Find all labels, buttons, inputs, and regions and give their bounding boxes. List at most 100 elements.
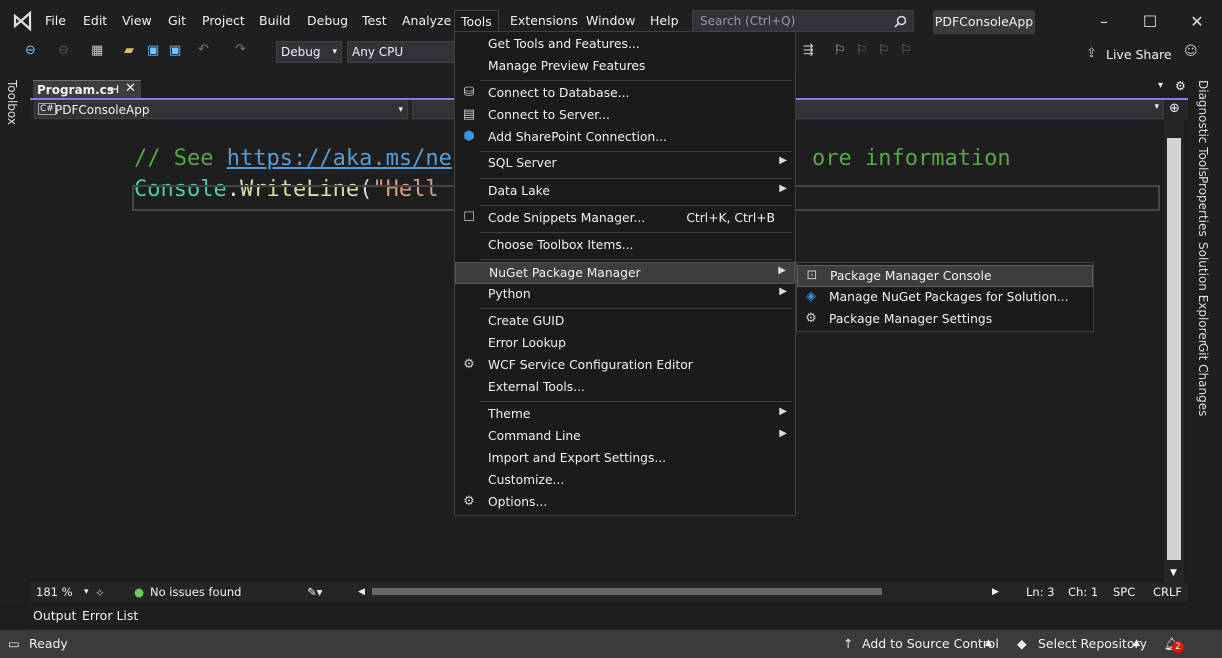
- menu-item-label: Connect to Server...: [488, 108, 610, 122]
- chevron-down-icon: ▾: [332, 47, 337, 57]
- bottom-panel-tabs: [26, 604, 1222, 630]
- minimize-icon[interactable]: –: [1081, 10, 1127, 34]
- new-project-icon[interactable]: ▦: [91, 43, 103, 58]
- tab-output[interactable]: Output: [33, 608, 76, 623]
- save-icon[interactable]: ▣: [147, 43, 159, 58]
- live-share-button[interactable]: Live Share: [1106, 47, 1172, 62]
- issues-status[interactable]: No issues found: [150, 585, 241, 599]
- brush-icon[interactable]: ✎▾: [307, 585, 322, 599]
- menu-item-create-guid[interactable]: Create GUID: [455, 311, 795, 333]
- submenu-item-package-manager-console[interactable]: ⊡ Package Manager Console: [797, 265, 1093, 287]
- redo-icon[interactable]: ↷: [235, 42, 246, 57]
- menu-item-import-and-export-settings[interactable]: Import and Export Settings...: [455, 448, 795, 470]
- close-tab-icon[interactable]: ✕: [125, 80, 136, 98]
- project-navigation-dropdown[interactable]: C# PDFConsoleApp ▾: [34, 101, 408, 119]
- menu-item-label: Add SharePoint Connection...: [488, 130, 667, 144]
- menu-test[interactable]: Test: [356, 10, 393, 32]
- undo-icon[interactable]: ↶: [198, 42, 209, 57]
- submenu-item-manage-nuget-packages-for-solution[interactable]: ◈ Manage NuGet Packages for Solution...: [797, 287, 1093, 309]
- maximize-icon[interactable]: ☐: [1127, 10, 1173, 34]
- whitespace-mode[interactable]: SPC: [1113, 585, 1135, 599]
- menu-item-options[interactable]: ⚙ Options...: [455, 492, 795, 514]
- forward-icon[interactable]: ⊖: [58, 43, 69, 58]
- platform-dropdown[interactable]: Any CPU: [347, 41, 455, 63]
- submenu-item-package-manager-settings[interactable]: ⚙ Package Manager Settings: [797, 309, 1093, 331]
- menu-item-label: Python: [488, 287, 531, 301]
- bookmark-icon[interactable]: ⚐: [834, 43, 846, 58]
- menu-item-theme[interactable]: Theme ▶: [455, 404, 795, 426]
- menu-edit[interactable]: Edit: [77, 10, 113, 32]
- database-connect-icon: ⛁: [463, 85, 475, 100]
- menu-build[interactable]: Build: [253, 10, 296, 32]
- share-icon[interactable]: ⇪: [1086, 46, 1097, 61]
- menu-git[interactable]: Git: [162, 10, 192, 32]
- configuration-dropdown[interactable]: Debug ▾: [276, 41, 342, 63]
- menu-item-command-line[interactable]: Command Line ▶: [455, 426, 795, 448]
- save-all-icon[interactable]: ▣: [169, 43, 181, 58]
- line-number[interactable]: Ln: 3: [1026, 585, 1055, 599]
- line-ending-mode[interactable]: CRLF: [1153, 585, 1182, 599]
- menu-item-choose-toolbox-items[interactable]: Choose Toolbox Items...: [455, 235, 795, 257]
- tab-git-changes[interactable]: Git Changes: [1196, 343, 1210, 416]
- menu-help[interactable]: Help: [644, 10, 685, 32]
- menu-item-external-tools[interactable]: External Tools...: [455, 377, 795, 399]
- menu-separator: [480, 308, 792, 309]
- menu-item-customize[interactable]: Customize...: [455, 470, 795, 492]
- scroll-down-icon[interactable]: ▼: [1170, 568, 1177, 578]
- add-to-source-control-button[interactable]: Add to Source Control: [862, 636, 999, 651]
- menu-project[interactable]: Project: [196, 10, 251, 32]
- toolbox-tab[interactable]: Toolbox: [5, 80, 19, 125]
- tab-program-cs[interactable]: Program.cs ⊣ ✕: [33, 80, 141, 98]
- menu-item-get-tools-and-features[interactable]: Get Tools and Features...: [455, 34, 795, 56]
- menu-file[interactable]: File: [39, 10, 72, 32]
- menu-item-error-lookup[interactable]: Error Lookup: [455, 333, 795, 355]
- settings-icon[interactable]: ⚙: [1175, 79, 1186, 93]
- zoom-level[interactable]: 181 %: [36, 585, 73, 599]
- format-icon[interactable]: ⇶: [803, 43, 814, 58]
- bookmark-prev-icon[interactable]: ⚐: [856, 43, 868, 58]
- chevron-up-icon: ▲: [1133, 638, 1140, 648]
- menu-item-connect-to-database[interactable]: ⛁ Connect to Database...: [455, 83, 795, 105]
- menu-analyze[interactable]: Analyze: [396, 10, 457, 32]
- ai-icon[interactable]: ⟡: [96, 585, 104, 600]
- open-folder-icon[interactable]: ▰: [124, 43, 134, 58]
- scroll-right-icon[interactable]: ▶: [992, 587, 999, 597]
- visual-studio-logo-icon[interactable]: [12, 10, 34, 32]
- menu-item-connect-to-server[interactable]: ▤ Connect to Server...: [455, 105, 795, 127]
- menu-window[interactable]: Window: [580, 10, 641, 32]
- menu-tools[interactable]: Tools: [454, 10, 499, 33]
- menu-item-python[interactable]: Python ▶: [455, 284, 795, 306]
- status-ready: Ready: [29, 636, 68, 651]
- menu-item-wcf-service-configuration-editor[interactable]: ⚙ WCF Service Configuration Editor: [455, 355, 795, 377]
- menu-item-nuget-package-manager[interactable]: NuGet Package Manager ▶: [455, 262, 795, 284]
- close-icon[interactable]: ✕: [1174, 10, 1220, 34]
- scroll-left-icon[interactable]: ◀: [358, 587, 365, 597]
- tab-overflow-icon[interactable]: ▾: [1158, 80, 1163, 91]
- menu-debug[interactable]: Debug: [301, 10, 354, 32]
- vertical-scrollbar-thumb[interactable]: [1167, 138, 1181, 560]
- menu-item-sql-server[interactable]: SQL Server ▶: [455, 153, 795, 175]
- menu-item-add-sharepoint-connection[interactable]: ⬢ Add SharePoint Connection...: [455, 127, 795, 149]
- select-repository-button[interactable]: Select Repository: [1038, 636, 1147, 651]
- menu-item-code-snippets-manager[interactable]: ☐ Code Snippets Manager... Ctrl+K, Ctrl+B: [455, 208, 795, 230]
- menu-item-data-lake[interactable]: Data Lake ▶: [455, 181, 795, 203]
- search-input[interactable]: Search (Ctrl+Q): [692, 10, 914, 32]
- split-icon[interactable]: ⊕: [1169, 101, 1180, 116]
- pin-icon[interactable]: ⊣: [109, 81, 119, 99]
- menu-item-manage-preview-features[interactable]: Manage Preview Features: [455, 56, 795, 78]
- horizontal-scrollbar-thumb[interactable]: [372, 588, 882, 595]
- bookmark-clear-icon[interactable]: ⚐: [900, 43, 912, 58]
- bookmark-next-icon[interactable]: ⚐: [878, 43, 890, 58]
- nuget-icon: ◈: [806, 289, 816, 304]
- tab-diagnostic-tools[interactable]: Diagnostic Tools: [1196, 80, 1210, 177]
- tab-properties[interactable]: Properties: [1196, 176, 1210, 237]
- column-number[interactable]: Ch: 1: [1068, 585, 1098, 599]
- back-icon[interactable]: ⊖: [25, 43, 36, 58]
- tab-solution-explorer[interactable]: Solution Explorer: [1196, 242, 1210, 345]
- chevron-down-icon[interactable]: ▾: [84, 587, 89, 597]
- tab-error-list[interactable]: Error List: [82, 608, 138, 623]
- feedback-icon[interactable]: ☺: [1184, 44, 1198, 59]
- menu-view[interactable]: View: [116, 10, 158, 32]
- menu-extensions[interactable]: Extensions: [504, 10, 584, 32]
- menu-item-label: Code Snippets Manager...: [488, 211, 646, 225]
